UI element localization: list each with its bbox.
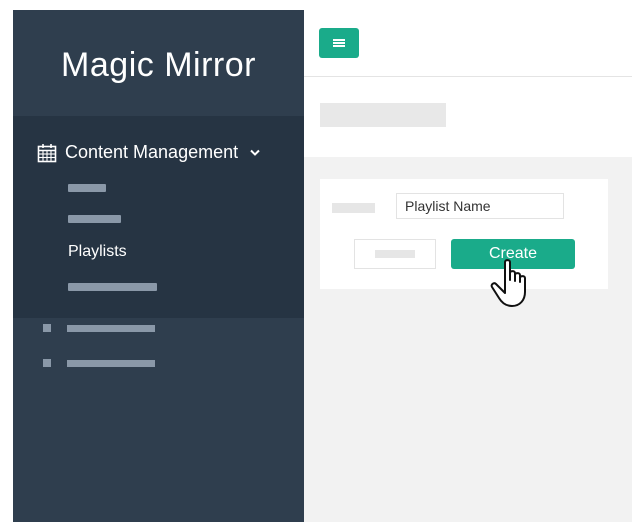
calendar-icon [37,143,57,163]
nav-group-label: Content Management [65,142,239,162]
sidebar-item-label-placeholder [67,359,155,367]
cancel-button[interactable] [354,239,436,269]
page-title-placeholder [320,103,446,127]
top-bar [304,10,632,77]
field-label-placeholder [332,203,375,213]
hamburger-menu-icon [333,38,345,48]
page-header [304,77,632,157]
cancel-button-label-placeholder [375,250,415,258]
logo: Magic Mirror [61,46,256,84]
chevron-down-icon [250,145,260,160]
bullet-icon [43,359,51,367]
main-content: Create [304,10,632,522]
sidebar-subitem-placeholder[interactable] [68,283,157,291]
hamburger-menu-button[interactable] [319,28,359,58]
sidebar-item-playlists[interactable]: Playlists [68,243,127,261]
hand-pointer-icon [489,258,535,315]
sidebar-subitem-placeholder[interactable] [68,215,121,223]
sidebar-item-placeholder[interactable] [43,324,155,332]
bullet-icon [43,324,51,332]
nav-group-content-management: Content Management Playlists [13,116,304,318]
create-playlist-card: Create [320,179,608,289]
nav-group-header[interactable]: Content Management [37,142,260,163]
sidebar: Magic Mirror Content Management Playlist… [13,10,304,522]
sidebar-item-placeholder[interactable] [43,359,155,367]
playlist-name-input[interactable] [396,193,564,219]
sidebar-item-label-placeholder [67,324,155,332]
sidebar-subitem-placeholder[interactable] [68,184,106,192]
